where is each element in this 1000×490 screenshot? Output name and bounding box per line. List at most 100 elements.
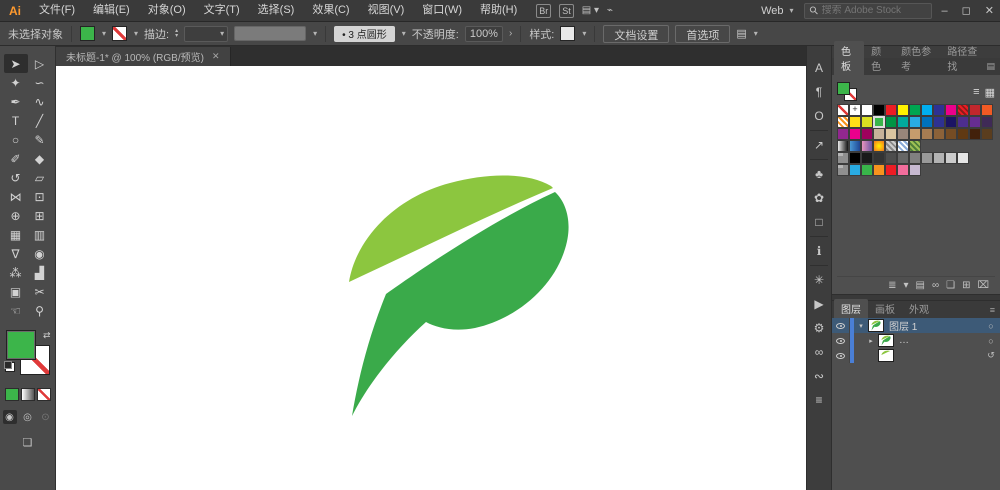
- swatch[interactable]: [969, 128, 981, 140]
- menu-item-3[interactable]: 文字(T): [195, 0, 249, 21]
- chevron-down-icon[interactable]: ▾: [313, 29, 317, 38]
- slice-tool[interactable]: ✂: [28, 282, 52, 301]
- delete-swatch-icon[interactable]: ⌧: [977, 280, 989, 291]
- none-button[interactable]: [36, 388, 51, 401]
- scale-tool[interactable]: ▱: [28, 168, 52, 187]
- paragraph-panel-icon[interactable]: ¶: [808, 80, 830, 104]
- perspective-grid-tool[interactable]: ⊞: [28, 206, 52, 225]
- chevron-down-icon[interactable]: ▾: [754, 29, 758, 38]
- add-to-library-icon[interactable]: ∞: [932, 280, 939, 291]
- tab-颜色[interactable]: 颜色: [864, 41, 894, 75]
- graph-tool[interactable]: ▟: [28, 263, 52, 282]
- preferences-panel-icon[interactable]: ⚙: [808, 316, 830, 340]
- menu-item-0[interactable]: 文件(F): [30, 0, 84, 21]
- fill-stroke-indicator[interactable]: [837, 82, 859, 102]
- swatch[interactable]: [873, 164, 885, 176]
- swatch[interactable]: [849, 116, 861, 128]
- swatch[interactable]: [897, 104, 909, 116]
- swatch[interactable]: [873, 104, 885, 116]
- swatch-options-icon[interactable]: ▤: [916, 280, 925, 291]
- pen-tool[interactable]: ✒: [4, 92, 28, 111]
- eraser-tool[interactable]: ◆: [28, 149, 52, 168]
- swatch[interactable]: [909, 164, 921, 176]
- eyedropper-tool[interactable]: ∇: [4, 244, 28, 263]
- layer-target-icon[interactable]: ○: [982, 336, 1000, 346]
- chevron-down-icon[interactable]: ▾: [582, 29, 586, 38]
- chevron-down-icon[interactable]: ▾: [134, 29, 138, 38]
- swatch-radial-gradient[interactable]: [873, 140, 885, 152]
- swatch[interactable]: [957, 128, 969, 140]
- tab-外观[interactable]: 外观: [902, 299, 936, 318]
- layer-thumbnail[interactable]: [868, 319, 884, 332]
- hand-tool[interactable]: ☜: [4, 301, 28, 320]
- swatch-gradient[interactable]: [849, 140, 861, 152]
- screen-mode-button[interactable]: ❏: [23, 436, 33, 449]
- color-button[interactable]: [4, 388, 19, 401]
- swatch[interactable]: [885, 128, 897, 140]
- lasso-tool[interactable]: ∽: [28, 73, 52, 92]
- swatch-gradient[interactable]: [837, 140, 849, 152]
- swatch[interactable]: [933, 152, 945, 164]
- expander-icon[interactable]: ▸: [864, 337, 878, 345]
- visibility-toggle[interactable]: [832, 318, 850, 333]
- stock-icon[interactable]: St: [559, 3, 574, 18]
- tab-颜色参考[interactable]: 颜色参考: [894, 41, 940, 75]
- swatch[interactable]: [921, 104, 933, 116]
- tab-色板[interactable]: 色板: [834, 41, 865, 75]
- chevron-down-icon[interactable]: ▾: [102, 29, 106, 38]
- swatch[interactable]: [909, 128, 921, 140]
- swatch[interactable]: [981, 104, 993, 116]
- line-segment-tool[interactable]: ╱: [28, 111, 52, 130]
- swatch[interactable]: [849, 164, 861, 176]
- swatch[interactable]: [885, 116, 897, 128]
- swatch[interactable]: [933, 116, 945, 128]
- brush-definition-select[interactable]: • 3 点圆形: [334, 25, 395, 42]
- layer-thumbnail[interactable]: [878, 334, 894, 347]
- draw-normal-mode-icon[interactable]: ◉: [2, 410, 17, 424]
- menu-item-6[interactable]: 视图(V): [359, 0, 414, 21]
- opacity-value[interactable]: 100%: [464, 25, 503, 42]
- free-transform-tool[interactable]: ⊡: [28, 187, 52, 206]
- swatch[interactable]: [861, 164, 873, 176]
- swatch[interactable]: [933, 104, 945, 116]
- swatch[interactable]: [861, 116, 873, 128]
- swatch-none[interactable]: [837, 104, 849, 116]
- swatch[interactable]: [897, 164, 909, 176]
- type-tool[interactable]: T: [4, 111, 28, 130]
- swatch[interactable]: [921, 128, 933, 140]
- swatch[interactable]: [873, 128, 885, 140]
- swatch[interactable]: [921, 116, 933, 128]
- draw-behind-mode-icon[interactable]: ◎: [21, 410, 35, 424]
- preferences-button[interactable]: 首选项: [675, 24, 731, 43]
- document-setup-button[interactable]: 文档设置: [603, 24, 670, 43]
- control-panel-menu-icon[interactable]: ▤: [736, 27, 746, 40]
- swatch-pattern[interactable]: [909, 140, 921, 152]
- width-tool[interactable]: ⋈: [4, 187, 28, 206]
- gpu-performance-icon[interactable]: ⌁: [607, 5, 613, 16]
- swatch[interactable]: [897, 116, 909, 128]
- swatch[interactable]: [885, 164, 897, 176]
- menu-item-7[interactable]: 窗口(W): [413, 0, 471, 21]
- rotate-tool[interactable]: ↺: [4, 168, 28, 187]
- tab-路径查找[interactable]: 路径查找: [940, 41, 986, 75]
- zoom-tool[interactable]: ⚲: [28, 301, 52, 320]
- swatch[interactable]: [957, 116, 969, 128]
- swatch-pattern[interactable]: [957, 104, 969, 116]
- swatch[interactable]: [861, 152, 873, 164]
- swatch[interactable]: [957, 152, 969, 164]
- direct-selection-tool[interactable]: ▷: [28, 54, 52, 73]
- tab-画板[interactable]: 画板: [868, 299, 902, 318]
- fill-color-control[interactable]: [80, 26, 95, 41]
- new-color-group-icon[interactable]: ❏: [946, 280, 955, 291]
- symbols-panel-icon[interactable]: ♣: [808, 162, 830, 186]
- swatch-pattern[interactable]: [885, 140, 897, 152]
- app-logo[interactable]: Ai: [0, 4, 30, 18]
- swatch-pattern[interactable]: [837, 116, 849, 128]
- swatch[interactable]: [945, 116, 957, 128]
- swatch[interactable]: [885, 152, 897, 164]
- swatch[interactable]: [861, 104, 873, 116]
- swatch[interactable]: [981, 128, 993, 140]
- layer-name[interactable]: …: [899, 335, 982, 346]
- swatch[interactable]: [921, 152, 933, 164]
- layer-row[interactable]: ↺: [832, 348, 1000, 363]
